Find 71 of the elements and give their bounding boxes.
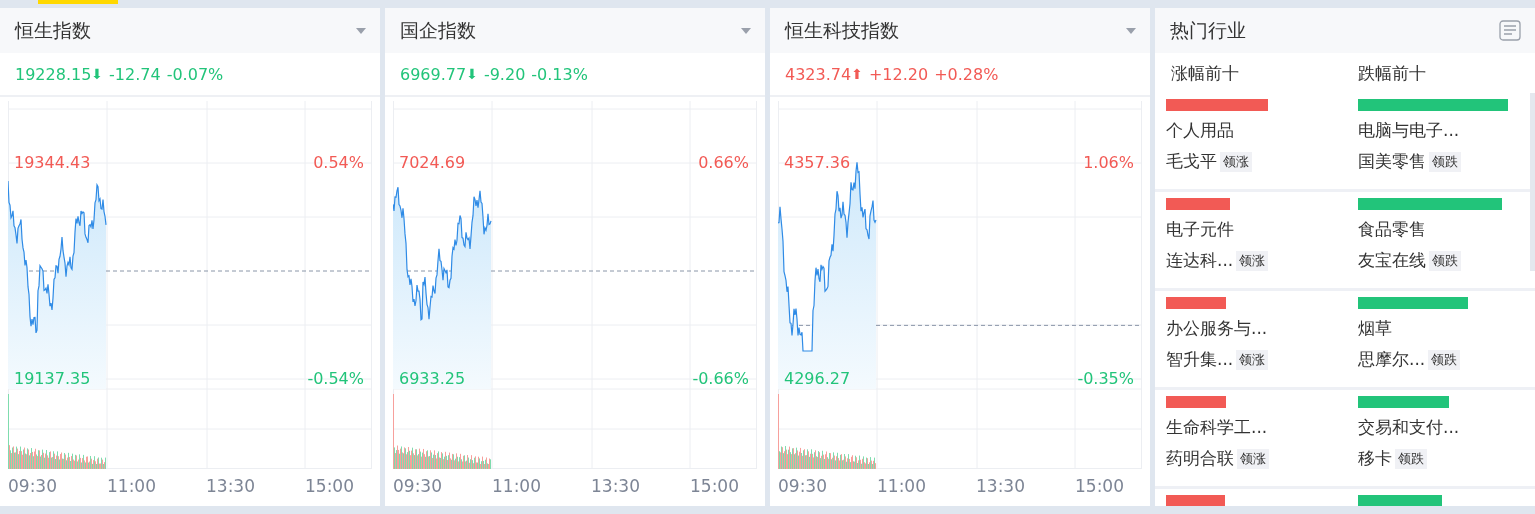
industry-name[interactable]: 电子元件	[1166, 218, 1234, 241]
scrollbar[interactable]	[1530, 93, 1535, 271]
leader-tag: 领跌	[1429, 250, 1461, 271]
low-price: 4296.27	[784, 369, 851, 389]
column-header[interactable]: 跌幅前十	[1358, 61, 1535, 85]
leader-tag: 领跌	[1395, 448, 1427, 469]
time-label: 15:00	[690, 476, 739, 496]
high-percent: 0.66%	[698, 153, 749, 173]
panel-title: 热门行业	[1170, 17, 1246, 43]
time-label: 11:00	[877, 476, 927, 496]
index-price: 4323.74	[785, 64, 852, 84]
time-label: 09:30	[778, 476, 828, 496]
index-percent: -0.07%	[166, 64, 224, 84]
low-percent: -0.54%	[307, 369, 364, 389]
caret-icon[interactable]	[1126, 27, 1136, 34]
low-percent: -0.35%	[1077, 369, 1134, 389]
index-price: 6969.77	[400, 64, 467, 84]
time-label: 13:30	[976, 476, 1026, 496]
column-header[interactable]: 涨幅前十	[1171, 61, 1358, 85]
time-label: 09:30	[393, 476, 443, 496]
index-percent: +0.28%	[934, 64, 999, 84]
index-percent: -0.13%	[531, 64, 588, 84]
list-icon[interactable]	[1499, 20, 1521, 41]
industry-name[interactable]: 交易和支付...	[1358, 416, 1460, 439]
low-percent: -0.66%	[692, 369, 749, 389]
leading-stock[interactable]: 思摩尔...	[1358, 348, 1426, 371]
industry-name[interactable]: 电脑与电子...	[1358, 119, 1460, 142]
time-label: 09:30	[8, 476, 58, 496]
leading-stock[interactable]: 智升集...	[1166, 348, 1234, 371]
index-title[interactable]: 国企指数	[400, 17, 476, 44]
leading-stock[interactable]: 毛戈平	[1166, 150, 1217, 173]
high-price: 4357.36	[784, 153, 851, 173]
leader-tag: 领涨	[1220, 151, 1252, 172]
index-title[interactable]: 恒生科技指数	[785, 17, 899, 44]
index-change: -9.20	[483, 64, 526, 84]
leader-tag: 领涨	[1236, 250, 1269, 271]
trend-arrow: ⬆	[851, 66, 863, 82]
leading-stock[interactable]: 国美零售	[1358, 150, 1426, 173]
leading-stock[interactable]: 移卡	[1358, 447, 1392, 470]
index-change: +12.20	[868, 64, 929, 84]
industry-name[interactable]: 烟草	[1358, 317, 1392, 340]
trend-arrow: ⬇	[91, 66, 104, 82]
industry-name[interactable]: 食品零售	[1358, 218, 1426, 241]
leader-tag: 领跌	[1429, 151, 1461, 172]
industry-name[interactable]: 生命科学工...	[1166, 416, 1268, 439]
leading-stock[interactable]: 连达科...	[1166, 249, 1234, 272]
leader-tag: 领涨	[1237, 448, 1269, 469]
leader-tag: 领涨	[1236, 349, 1269, 370]
index-change: -12.74	[109, 64, 161, 84]
caret-icon[interactable]	[356, 27, 366, 34]
leader-tag: 领跌	[1428, 349, 1461, 370]
high-percent: 0.54%	[313, 153, 364, 173]
time-label: 11:00	[492, 476, 542, 496]
time-label: 15:00	[1075, 476, 1124, 496]
leading-stock[interactable]: 友宝在线	[1358, 249, 1426, 272]
high-price: 19344.43	[14, 153, 91, 173]
low-price: 6933.25	[399, 369, 466, 389]
time-label: 13:30	[591, 476, 641, 496]
index-title[interactable]: 恒生指数	[15, 17, 91, 44]
time-label: 11:00	[107, 476, 157, 496]
caret-icon[interactable]	[741, 27, 751, 34]
industry-name[interactable]: 办公服务与...	[1166, 317, 1268, 340]
high-price: 7024.69	[399, 153, 466, 173]
leading-stock[interactable]: 药明合联	[1166, 447, 1234, 470]
low-price: 19137.35	[14, 369, 91, 389]
index-price: 19228.15	[15, 64, 92, 84]
time-label: 13:30	[206, 476, 256, 496]
industry-name[interactable]: 个人用品	[1166, 119, 1234, 142]
trend-arrow: ⬇	[466, 66, 478, 82]
time-label: 15:00	[305, 476, 354, 496]
high-percent: 1.06%	[1083, 153, 1134, 173]
